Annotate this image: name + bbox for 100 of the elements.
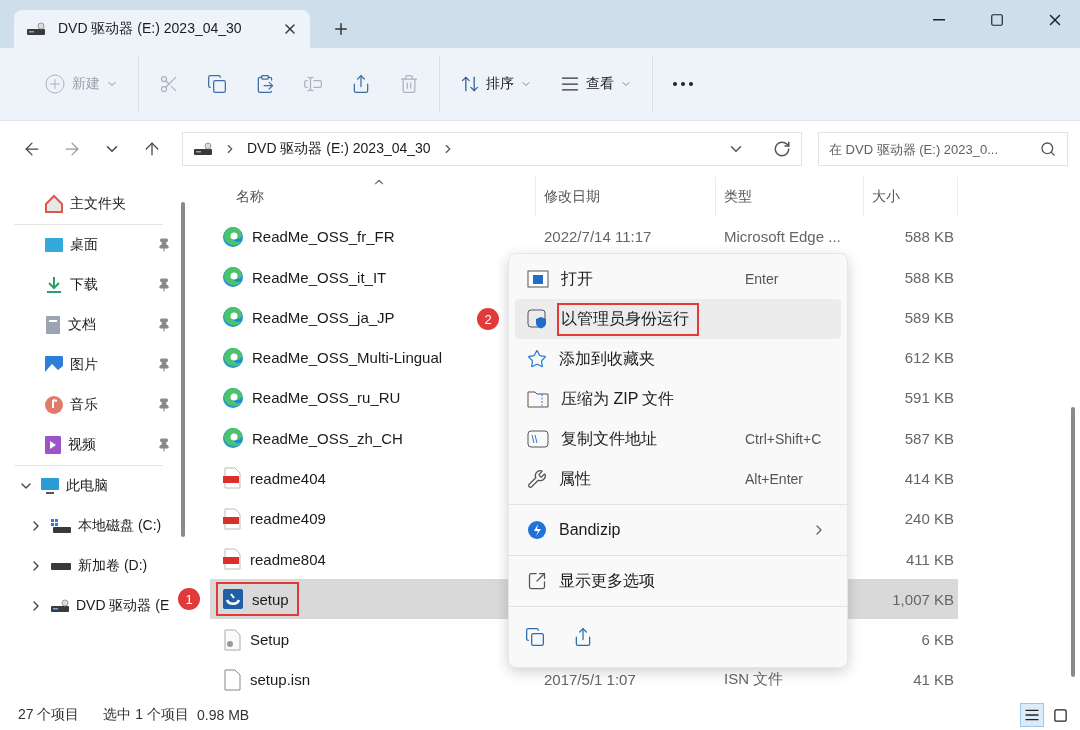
nav-item[interactable]: 新加卷 (D:)	[78, 557, 175, 575]
settings-file-icon	[222, 628, 242, 651]
path-icon	[527, 430, 549, 448]
sort-button[interactable]: 排序	[452, 68, 540, 100]
list-icon	[1024, 707, 1040, 723]
nav-item[interactable]: 文档	[68, 316, 151, 334]
menu-item[interactable]: 添加到收藏夹	[515, 339, 841, 379]
pdf-icon	[222, 548, 242, 570]
zip-folder-icon	[527, 389, 549, 409]
nav-item[interactable]: 本地磁盘 (C:)	[78, 517, 175, 535]
download-icon	[44, 275, 64, 295]
paste-icon	[255, 74, 275, 94]
highlight-box: 以管理员身份运行	[557, 302, 699, 336]
dvd-drive-icon	[50, 599, 70, 613]
menu-item[interactable]: 属性 Alt+Enter	[515, 459, 841, 499]
file-name: ReadMe_OSS_it_IT	[252, 268, 387, 286]
size-cell-text: 6 KB	[920, 631, 955, 649]
file-name: readme804	[250, 550, 326, 568]
size-cell-text: 588 KB	[903, 268, 955, 286]
search-icon	[1040, 141, 1056, 157]
edge-icon	[222, 346, 244, 369]
file-name: ReadMe_OSS_fr_FR	[252, 228, 395, 246]
size-cell-text: 411 KB	[904, 550, 955, 568]
nav-item[interactable]: DVD 驱动器 (E	[76, 597, 175, 615]
shield-icon	[527, 309, 549, 329]
nav-item[interactable]: 视频	[68, 436, 151, 454]
selection-size: 0.98 MB	[197, 707, 250, 723]
refresh-icon[interactable]	[773, 140, 791, 158]
search-field[interactable]: 在 DVD 驱动器 (E:) 2023_0...	[818, 132, 1068, 166]
type-cell-text: Microsoft Edge ...	[723, 228, 842, 246]
size-cell-text: 414 KB	[903, 470, 955, 487]
more-icon	[673, 82, 693, 86]
edge-icon	[222, 266, 244, 289]
file-name: ReadMe_OSS_zh_CH	[252, 429, 403, 447]
date-cell-text: 2017/5/1 1:07	[543, 671, 637, 689]
file-name: ReadMe_OSS_ja_JP	[252, 308, 395, 326]
desktop-icon	[44, 236, 64, 254]
nav-item[interactable]: 下载	[70, 276, 151, 294]
column-header[interactable]: 类型	[724, 187, 752, 206]
copy-icon	[525, 627, 545, 647]
edge-icon	[222, 386, 244, 409]
share-icon	[573, 627, 593, 647]
document-icon	[222, 668, 242, 691]
file-name: readme409	[250, 510, 326, 528]
wrench-icon	[527, 469, 547, 489]
nav-item[interactable]: 图片	[70, 356, 151, 374]
cut-icon	[159, 74, 179, 94]
breadcrumb[interactable]: DVD 驱动器 (E:) 2023_04_30	[247, 140, 431, 158]
rename-icon	[303, 74, 323, 94]
tab[interactable]: DVD 驱动器 (E:) 2023_04_30	[14, 10, 310, 48]
shortcut-text: Alt+Enter	[745, 471, 803, 487]
pdf-icon	[222, 507, 242, 530]
nav-item[interactable]: 主文件夹	[70, 195, 175, 213]
nav-item[interactable]: 音乐	[70, 396, 151, 414]
column-header[interactable]: 大小	[872, 187, 900, 206]
address-bar[interactable]: DVD 驱动器 (E:) 2023_04_30	[182, 132, 802, 166]
size-cell-text: 240 KB	[903, 510, 955, 528]
menu-item[interactable]: 打开 Enter	[515, 259, 841, 299]
music-icon	[44, 395, 64, 415]
video-icon	[44, 435, 62, 455]
size-cell-text: 41 KB	[912, 671, 955, 689]
size-cell-text: 589 KB	[903, 308, 955, 326]
star-icon	[527, 349, 547, 369]
share-icon	[351, 74, 371, 94]
column-header[interactable]: 名称	[236, 187, 264, 206]
minimize-icon	[933, 19, 945, 21]
menu-item[interactable]: 压缩为 ZIP 文件	[515, 379, 841, 419]
tile-icon	[1052, 707, 1068, 723]
drive-icon	[193, 142, 213, 156]
menu-item[interactable]: 复制文件地址 Ctrl+Shift+C	[515, 419, 841, 459]
menu-item[interactable]: 显示更多选项	[515, 561, 841, 601]
drive-icon	[26, 22, 46, 36]
size-cell-text: 587 KB	[903, 429, 955, 447]
picture-icon	[44, 355, 64, 375]
bandizip-icon	[527, 520, 547, 540]
column-header[interactable]: 修改日期	[544, 187, 600, 206]
pdf-icon	[222, 467, 242, 490]
scrollbar-thumb[interactable]	[180, 202, 185, 537]
nav-item[interactable]: 此电脑	[66, 477, 175, 495]
delete-icon	[399, 74, 419, 94]
shortcut-text: Ctrl+Shift+C	[745, 431, 822, 447]
size-cell-text: 591 KB	[903, 389, 955, 407]
tab-title: DVD 驱动器 (E:) 2023_04_30	[58, 20, 243, 38]
view-button[interactable]: 查看	[552, 68, 640, 100]
menu-item[interactable]: Bandizip	[515, 510, 841, 550]
size-cell-text: 1,007 KB	[891, 590, 955, 608]
edge-icon	[222, 306, 244, 329]
size-cell-text: 612 KB	[903, 349, 955, 367]
installer-icon	[222, 588, 244, 611]
scrollbar-thumb[interactable]	[1071, 407, 1075, 677]
home-icon	[44, 194, 64, 214]
drive-icon	[50, 518, 72, 534]
nav-item[interactable]: 桌面	[70, 236, 151, 254]
file-name: setup.isn	[250, 671, 311, 689]
plus-icon	[332, 20, 350, 38]
expand-icon	[527, 571, 547, 591]
file-name: Setup	[250, 631, 290, 649]
document-icon	[44, 315, 62, 335]
details-view-button[interactable]	[1020, 703, 1044, 727]
computer-icon	[40, 476, 60, 496]
